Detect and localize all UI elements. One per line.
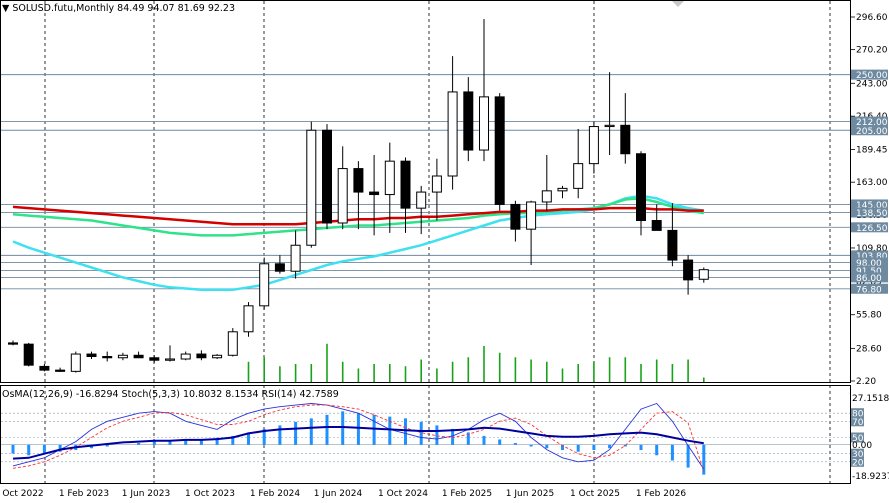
bull-candle bbox=[70, 353, 81, 372]
osma-max-label: 27.1518 bbox=[852, 394, 889, 404]
price-tick-label: 55.80 bbox=[856, 311, 882, 321]
osma-zero-label: 0.00 bbox=[852, 441, 872, 451]
price-chart[interactable]: 296.60270.20243.00216.40189.45163.00136.… bbox=[0, 0, 889, 503]
price-tick-label: 189.45 bbox=[856, 145, 888, 155]
bull-candle bbox=[604, 124, 615, 128]
price-tick-label: 2.20 bbox=[856, 377, 876, 387]
price-tick-label: 296.60 bbox=[856, 13, 888, 23]
bear-candle bbox=[353, 168, 364, 193]
bull-candle bbox=[541, 190, 552, 203]
chart-frame bbox=[0, 0, 851, 383]
bear-candle bbox=[322, 129, 332, 224]
price-level-label: 76.80 bbox=[856, 285, 882, 295]
price-level-label: 86.00 bbox=[856, 274, 882, 284]
bear-candle bbox=[55, 369, 66, 372]
bear-candle bbox=[39, 365, 50, 371]
bull-candle bbox=[526, 201, 537, 230]
price-tick-label: 163.00 bbox=[856, 178, 888, 188]
bear-candle bbox=[369, 191, 380, 196]
bear-candle bbox=[683, 259, 694, 281]
dropdown-triangle-icon[interactable]: ▼ bbox=[2, 3, 9, 14]
bear-candle bbox=[636, 153, 646, 222]
bull-candle bbox=[212, 354, 223, 359]
bear-candle bbox=[651, 220, 662, 231]
time-label: Oct 2022 bbox=[2, 489, 43, 499]
time-label: 1 Feb 2023 bbox=[59, 489, 109, 499]
bear-candle bbox=[86, 353, 97, 358]
price-level-label: 205.00 bbox=[856, 127, 888, 137]
bull-candle bbox=[290, 244, 301, 272]
bear-candle bbox=[133, 354, 144, 359]
bull-candle bbox=[698, 269, 709, 280]
bull-candle bbox=[479, 96, 489, 151]
time-axis: Oct 2022 1 Feb 2023 1 Jun 2023 1 Oct 2023 1 … bbox=[2, 489, 686, 499]
time-label: 1 Feb 2025 bbox=[442, 489, 492, 499]
osma-min-label: -18.9237 bbox=[852, 472, 889, 482]
bear-candle bbox=[23, 343, 34, 366]
bull-candle bbox=[416, 191, 427, 209]
price-level-label: 250.00 bbox=[856, 71, 888, 81]
bull-candle bbox=[165, 358, 175, 361]
bear-candle bbox=[196, 353, 207, 359]
time-label: 1 Oct 2025 bbox=[570, 489, 620, 499]
bull-candle bbox=[447, 91, 458, 177]
price-level-label: 126.50 bbox=[856, 224, 888, 234]
price-tick-label: 28.60 bbox=[856, 344, 882, 354]
price-level-label: 138.50 bbox=[856, 209, 888, 219]
time-label: 1 Feb 2024 bbox=[250, 489, 301, 499]
bear-candle bbox=[400, 160, 411, 209]
bear-candle bbox=[620, 124, 631, 155]
bear-candle bbox=[274, 263, 285, 272]
bull-candle bbox=[557, 187, 568, 192]
bear-candle bbox=[463, 91, 474, 151]
bull-candle bbox=[573, 163, 584, 189]
indicator-axis: 807050302027.15180.00-18.9237 bbox=[851, 394, 889, 482]
time-label: 1 Oct 2023 bbox=[185, 489, 235, 499]
bull-candle bbox=[180, 353, 191, 360]
time-label: 1 Feb 2026 bbox=[636, 489, 687, 499]
bull-candle bbox=[588, 126, 599, 165]
bear-candle bbox=[102, 356, 113, 359]
bear-candle bbox=[494, 96, 505, 205]
bull-candle bbox=[306, 129, 317, 246]
bull-candle bbox=[259, 263, 270, 307]
bull-candle bbox=[431, 175, 442, 193]
bull-candle bbox=[227, 331, 238, 356]
stoch-level-label: 70 bbox=[852, 418, 864, 428]
bear-candle bbox=[149, 357, 160, 361]
bear-candle bbox=[8, 342, 18, 345]
price-axis: 296.60270.20243.00216.40189.45163.00136.… bbox=[850, 13, 888, 387]
bear-candle bbox=[510, 203, 521, 230]
bull-candle bbox=[337, 168, 348, 224]
bull-candle bbox=[117, 354, 128, 359]
symbol-line: SOLUSD.futu,Monthly 84.49 94.07 81.69 92… bbox=[12, 3, 236, 14]
time-label: 1 Jun 2024 bbox=[314, 489, 363, 499]
bull-candle bbox=[243, 305, 254, 333]
stoch-level-label: 20 bbox=[852, 458, 864, 468]
bull-candle bbox=[384, 160, 395, 196]
time-label: 1 Jun 2025 bbox=[506, 489, 554, 499]
price-tick-label: 270.20 bbox=[856, 46, 888, 56]
time-label: 1 Oct 2024 bbox=[378, 489, 428, 499]
bear-candle bbox=[667, 229, 678, 261]
indicator-header: OsMA(12,26,9) -16.8294 Stoch(5,3,3) 10.8… bbox=[2, 389, 339, 400]
symbol-header: ▼ SOLUSD.futu,Monthly 84.49 94.07 81.69 … bbox=[2, 3, 235, 15]
time-label: 1 Jun 2023 bbox=[122, 489, 170, 499]
